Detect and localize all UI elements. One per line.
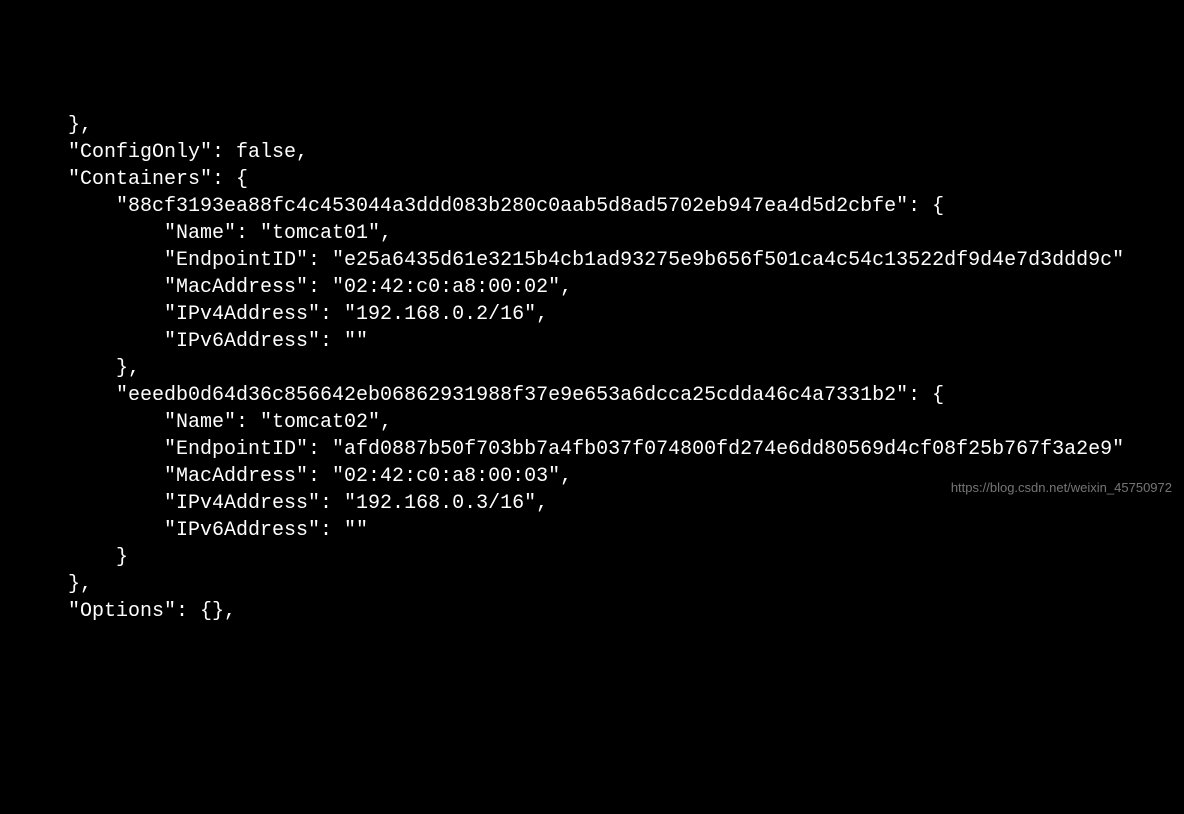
json-line: "ConfigOnly": false, [20,139,1184,166]
json-line: }, [20,355,1184,382]
json-line: "Name": "tomcat01", [20,220,1184,247]
json-line: "Containers": { [20,166,1184,193]
json-line: "EndpointID": "afd0887b50f703bb7a4fb037f… [20,436,1184,463]
json-line: } [20,544,1184,571]
json-line: "88cf3193ea88fc4c453044a3ddd083b280c0aab… [20,193,1184,220]
terminal-output: }, "ConfigOnly": false, "Containers": { … [20,112,1184,625]
json-line: "Options": {}, [20,598,1184,625]
json-line: "IPv6Address": "" [20,517,1184,544]
json-line: "Name": "tomcat02", [20,409,1184,436]
json-line: "MacAddress": "02:42:c0:a8:00:02", [20,274,1184,301]
watermark-text: https://blog.csdn.net/weixin_45750972 [951,479,1172,497]
json-line: "EndpointID": "e25a6435d61e3215b4cb1ad93… [20,247,1184,274]
json-line: "IPv6Address": "" [20,328,1184,355]
json-line: }, [20,571,1184,598]
json-line: "IPv4Address": "192.168.0.2/16", [20,301,1184,328]
json-line: }, [20,112,1184,139]
json-line: "eeedb0d64d36c856642eb06862931988f37e9e6… [20,382,1184,409]
